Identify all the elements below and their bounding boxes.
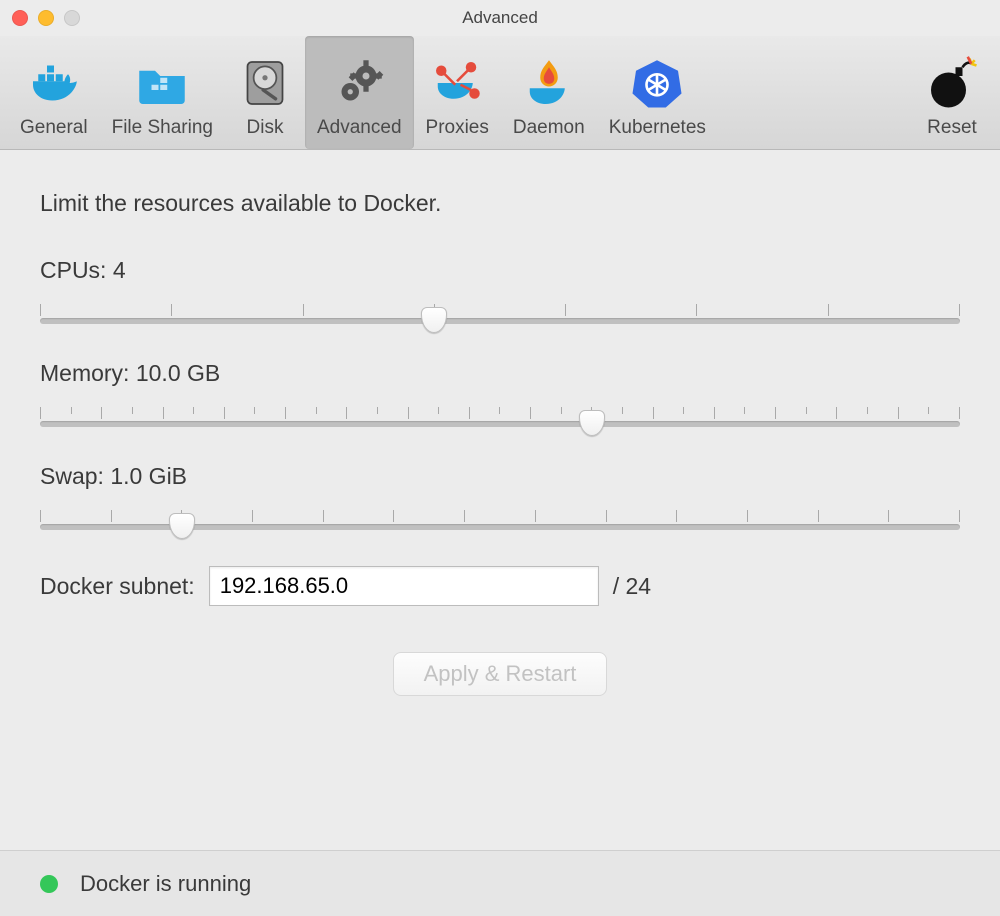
docker-subnet-input[interactable] [209,566,599,606]
folder-icon [134,55,190,111]
tab-label: Kubernetes [609,117,706,139]
cpus-field: CPUs: 4 [40,257,960,324]
swap-field: Swap: 1.0 GiB [40,463,960,530]
apply-restart-button[interactable]: Apply & Restart [393,652,608,696]
tab-general[interactable]: General [8,36,100,149]
window-title: Advanced [0,8,1000,28]
tab-label: Reset [927,117,977,139]
tab-file-sharing[interactable]: File Sharing [100,36,225,149]
bomb-icon [924,55,980,111]
cpus-slider[interactable] [40,304,960,324]
disk-icon [237,55,293,111]
tab-advanced[interactable]: Advanced [305,36,414,149]
docker-subnet-suffix: / 24 [613,573,651,600]
tab-disk[interactable]: Disk [225,36,305,149]
whale-icon [26,55,82,111]
titlebar: Advanced [0,0,1000,36]
swap-label: Swap: 1.0 GiB [40,463,960,490]
docker-subnet-row: Docker subnet: / 24 [40,566,960,606]
tab-label: File Sharing [112,117,213,139]
status-indicator-icon [40,875,58,893]
status-bar: Docker is running [0,850,1000,916]
docker-subnet-label: Docker subnet: [40,573,195,600]
tab-label: Disk [247,117,284,139]
kubernetes-icon [629,55,685,111]
intro-text: Limit the resources available to Docker. [40,190,960,217]
tab-daemon[interactable]: Daemon [501,36,597,149]
preferences-toolbar: General File Sharing Disk [0,36,1000,150]
tab-label: Proxies [426,117,489,139]
whale-flame-icon [521,55,577,111]
cpus-label: CPUs: 4 [40,257,960,284]
gears-icon [331,55,387,111]
whale-network-icon [429,55,485,111]
swap-slider[interactable] [40,510,960,530]
tab-label: Daemon [513,117,585,139]
tab-reset[interactable]: Reset [912,36,992,149]
status-text: Docker is running [80,871,251,897]
advanced-pane: Limit the resources available to Docker.… [0,150,1000,696]
tab-label: Advanced [317,117,402,139]
memory-field: Memory: 10.0 GB [40,360,960,427]
memory-label: Memory: 10.0 GB [40,360,960,387]
memory-slider[interactable] [40,407,960,427]
tab-proxies[interactable]: Proxies [414,36,501,149]
tab-label: General [20,117,88,139]
tab-kubernetes[interactable]: Kubernetes [597,36,718,149]
